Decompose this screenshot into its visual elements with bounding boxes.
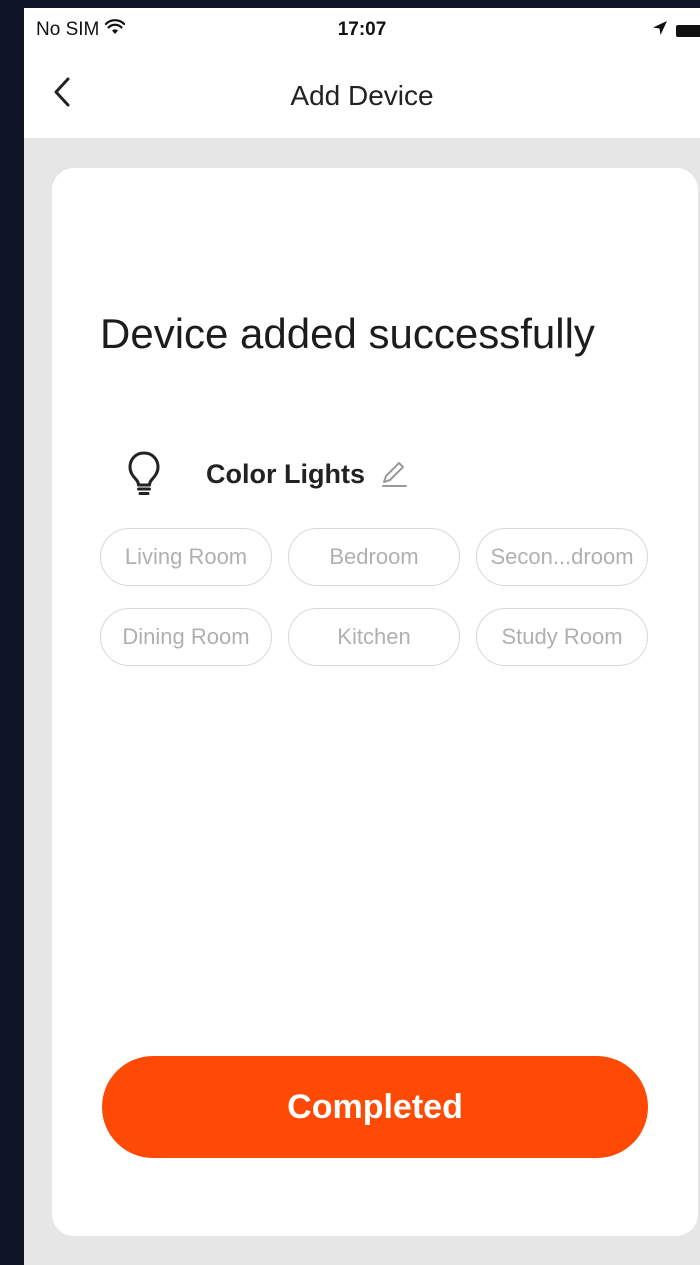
- location-arrow-icon: [652, 20, 668, 41]
- page-title: Add Device: [290, 80, 434, 111]
- room-chip-study-room[interactable]: Study Room: [476, 608, 648, 666]
- room-chip-second-bedroom[interactable]: Secon...droom: [476, 528, 648, 586]
- lightbulb-icon: [124, 448, 164, 500]
- device-frame: No SIM 17:07 Add Device Device added suc…: [0, 0, 700, 1265]
- completed-button[interactable]: Completed: [102, 1056, 648, 1158]
- room-chip-list: Living Room Bedroom Secon...droom Dining…: [100, 528, 660, 666]
- pencil-icon[interactable]: [379, 459, 409, 489]
- room-chip-bedroom[interactable]: Bedroom: [288, 528, 460, 586]
- room-chip-dining-room[interactable]: Dining Room: [100, 608, 272, 666]
- device-row: Color Lights: [124, 448, 409, 500]
- status-time: 17:07: [337, 19, 387, 40]
- success-card: Device added successfully Color Lights L…: [52, 168, 698, 1236]
- room-chip-kitchen[interactable]: Kitchen: [288, 608, 460, 666]
- battery-icon: [676, 24, 700, 37]
- nav-bar: Add Device: [24, 52, 700, 138]
- device-name: Color Lights: [206, 458, 365, 489]
- status-bar: No SIM 17:07: [24, 8, 700, 52]
- room-chip-living-room[interactable]: Living Room: [100, 528, 272, 586]
- status-right: [652, 20, 700, 41]
- phone-screen: No SIM 17:07 Add Device Device added suc…: [24, 8, 700, 1265]
- success-title: Device added successfully: [100, 310, 595, 357]
